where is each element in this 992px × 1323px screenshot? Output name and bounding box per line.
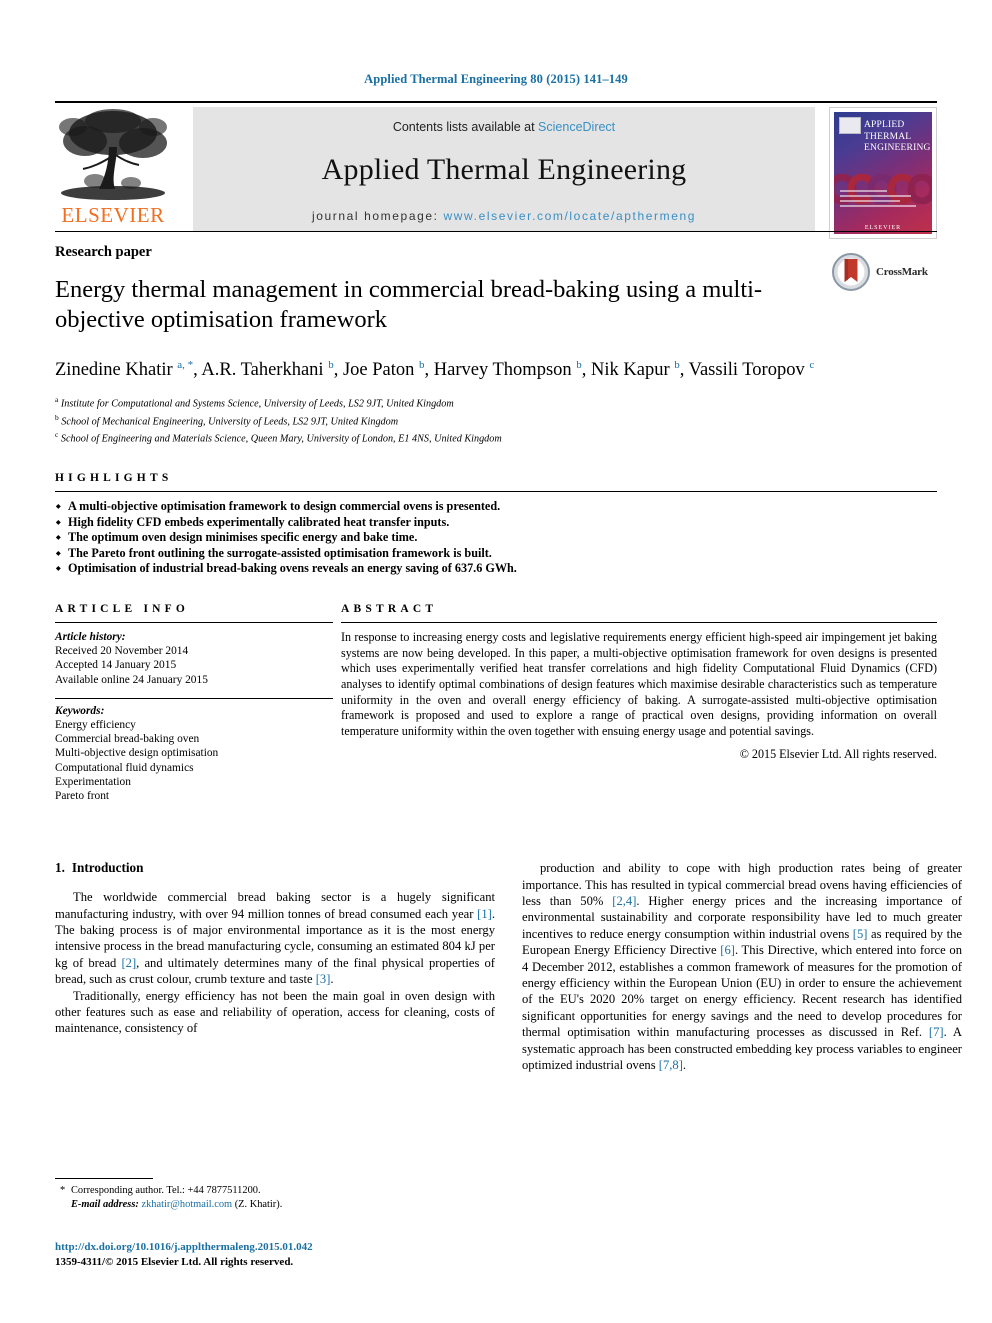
affiliation-marker: a [55, 395, 59, 405]
affiliation-item: b School of Mechanical Engineering, Univ… [55, 411, 937, 429]
affiliation-marker: b [55, 412, 59, 422]
homepage-prefix: journal homepage: [311, 209, 444, 223]
imprint-block: http://dx.doi.org/10.1016/j.applthermale… [55, 1240, 515, 1269]
body-column-right: production and ability to cope with high… [522, 860, 962, 1073]
doi-link[interactable]: http://dx.doi.org/10.1016/j.applthermale… [55, 1240, 515, 1255]
abstract-text: In response to increasing energy costs a… [341, 629, 937, 739]
highlights-rule [55, 490, 937, 492]
keyword-item: Energy efficiency [55, 718, 136, 731]
keywords-label: Keywords: [55, 704, 105, 717]
history-online: Available online 24 January 2015 [55, 673, 208, 686]
abstract-heading: ABSTRACT [341, 602, 438, 615]
article-history-label: Article history: [55, 630, 126, 643]
body-column-left: 1. Introduction The worldwide commercial … [55, 860, 495, 1073]
affiliation-text: School of Engineering and Materials Scie… [60, 433, 502, 445]
highlights-heading: HIGHLIGHTS [55, 471, 173, 484]
section-number: 1. [55, 860, 65, 876]
issn-copyright-line: 1359-4311/© 2015 Elsevier Ltd. All right… [55, 1255, 294, 1268]
author-list: Zinedine Khatir a, *, A.R. Taherkhani b,… [55, 359, 815, 381]
journal-homepage-line: journal homepage: www.elsevier.com/locat… [193, 209, 815, 223]
info-abstract-row: ARTICLE INFO Article history: Received 2… [55, 603, 937, 814]
homepage-link[interactable]: www.elsevier.com/locate/apthermeng [444, 209, 697, 223]
elsevier-logo: ELSEVIER [55, 107, 171, 231]
paragraph: Traditionally, energy efficiency has not… [55, 988, 495, 1036]
paragraph: The worldwide commercial bread baking se… [55, 890, 495, 987]
cover-line-3: ENGINEERING [864, 143, 931, 153]
corresponding-text: Corresponding author. Tel.: +44 78775112… [71, 1185, 261, 1196]
cover-editor-lines [840, 190, 926, 216]
contents-available-line: Contents lists available at ScienceDirec… [193, 107, 815, 134]
article-info-heading: ARTICLE INFO [55, 602, 190, 615]
footnote-email: E-mail address: zkhatir@hotmail.com (Z. … [55, 1198, 495, 1212]
running-head: Applied Thermal Engineering 80 (2015) 14… [364, 72, 628, 86]
crossmark-icon [832, 253, 870, 291]
section-heading-introduction: 1. Introduction [55, 860, 495, 876]
article-info-body: Article history: Received 20 November 20… [55, 623, 333, 803]
history-received: Received 20 November 2014 [55, 645, 189, 658]
abstract-column: ABSTRACT In response to increasing energ… [333, 603, 937, 814]
affiliation-item: a Institute for Computational and System… [55, 393, 937, 411]
journal-cover-art: APPLIED THERMAL ENGINEERING ELSEVIER [834, 112, 932, 234]
keywords-rule [55, 697, 333, 699]
list-item: Optimisation of industrial bread-baking … [55, 561, 937, 577]
history-accepted: Accepted 14 January 2015 [55, 659, 177, 672]
affiliation-text: Institute for Computational and Systems … [60, 398, 454, 410]
journal-masthead: ELSEVIER Contents lists available at Sci… [55, 101, 937, 239]
page-title: Energy thermal management in commercial … [55, 276, 763, 333]
affiliation-list: a Institute for Computational and System… [55, 393, 937, 446]
keyword-item: Experimentation [55, 775, 131, 788]
elsevier-tree-icon [59, 109, 167, 200]
contents-prefix: Contents lists available at [392, 120, 539, 134]
keyword-item: Multi-objective design optimisation [55, 747, 219, 760]
affiliation-marker: c [55, 430, 59, 440]
journal-title: Applied Thermal Engineering [321, 153, 687, 186]
affiliation-item: c School of Engineering and Materials Sc… [55, 428, 937, 446]
email-label: E-mail address: [71, 1198, 139, 1210]
elsevier-wordmark: ELSEVIER [61, 203, 165, 227]
email-link[interactable]: zkhatir@hotmail.com [141, 1199, 232, 1210]
article-header: Research paper Energy thermal management… [55, 231, 937, 446]
paragraph: production and ability to cope with high… [522, 861, 963, 1073]
asterisk-icon: * [60, 1185, 66, 1196]
cover-elsevier-badge-icon [839, 117, 861, 134]
abstract-copyright: © 2015 Elsevier Ltd. All rights reserved… [739, 746, 937, 761]
keyword-item: Pareto front [55, 789, 110, 802]
sciencedirect-link[interactable]: ScienceDirect [538, 120, 615, 134]
article-type-label: Research paper [55, 244, 152, 260]
body-columns: 1. Introduction The worldwide commercial … [55, 860, 962, 1073]
affiliation-text: School of Mechanical Engineering, Univer… [61, 416, 399, 428]
list-item: The Pareto front outlining the surrogate… [55, 546, 937, 562]
cover-line-2: THERMAL [864, 131, 912, 142]
section-title: Introduction [71, 860, 144, 876]
article-history-group: Article history: Received 20 November 20… [55, 630, 333, 687]
list-item: The optimum oven design minimises specif… [55, 530, 937, 546]
list-item: A multi-objective optimisation framework… [55, 499, 937, 515]
crossmark-label: CrossMark [876, 266, 928, 278]
keyword-item: Commercial bread-baking oven [55, 733, 200, 746]
keyword-item: Computational fluid dynamics [55, 761, 194, 774]
corresponding-author-footnote: * Corresponding author. Tel.: +44 787751… [55, 1178, 495, 1211]
article-info-column: ARTICLE INFO Article history: Received 2… [55, 603, 333, 814]
paper-page: Applied Thermal Engineering 80 (2015) 14… [0, 0, 992, 1323]
email-suffix: (Z. Khatir). [234, 1198, 283, 1210]
keywords-group: Keywords: Energy efficiency Commercial b… [55, 704, 333, 803]
highlights-list: A multi-objective optimisation framework… [55, 499, 937, 577]
highlights-section: HIGHLIGHTS A multi-objective optimisatio… [55, 472, 937, 577]
footnote-rule [55, 1178, 153, 1179]
cover-line-1: APPLIED [864, 120, 905, 130]
crossmark-badge[interactable]: CrossMark [831, 250, 937, 294]
list-item: High fidelity CFD embeds experimentally … [55, 515, 937, 531]
cover-title-text: APPLIED THERMAL ENGINEERING [864, 120, 931, 155]
footnote-corresponding: * Corresponding author. Tel.: +44 787751… [55, 1184, 495, 1198]
journal-cover-thumbnail[interactable]: APPLIED THERMAL ENGINEERING ELSEVIER [829, 107, 937, 239]
journal-band: Contents lists available at ScienceDirec… [193, 107, 815, 231]
